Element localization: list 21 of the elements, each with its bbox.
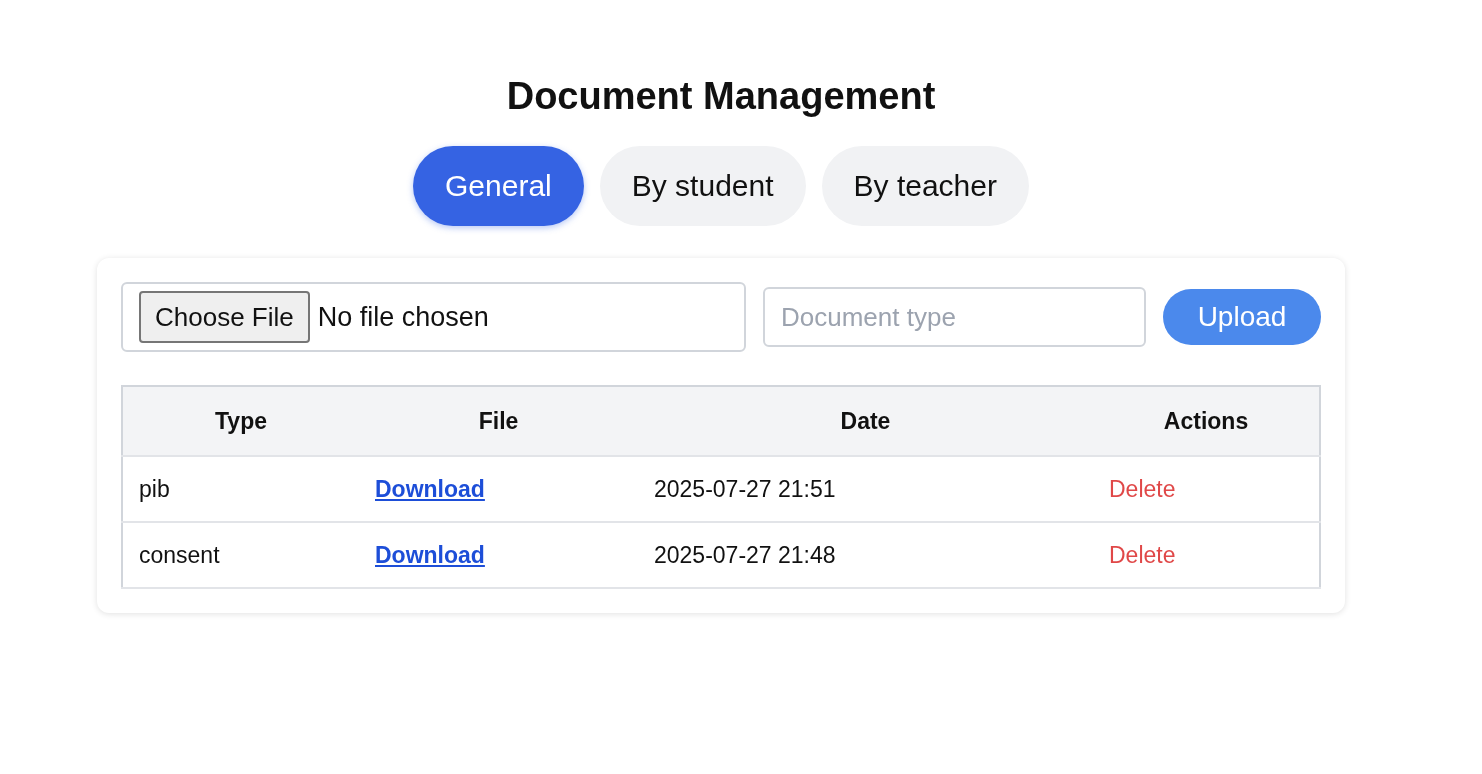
choose-file-button[interactable]: Choose File [139,291,310,343]
delete-button[interactable]: Delete [1109,475,1176,503]
table-cell: 2025-07-27 21:48 [638,522,1093,588]
download-link[interactable]: Download [375,541,485,568]
delete-button[interactable]: Delete [1109,541,1176,569]
column-header: File [359,386,638,456]
document-type-field[interactable]: Document type [763,287,1146,347]
column-header: Actions [1093,386,1320,456]
tab[interactable]: By teacher [821,146,1029,226]
file-status-text: No file chosen [317,301,489,333]
table-cell: 2025-07-27 21:51 [638,456,1093,522]
column-header: Type [122,386,359,456]
tab[interactable]: By student [599,146,806,226]
download-link[interactable]: Download [375,475,485,502]
tab[interactable]: General [413,146,584,226]
page-title: Document Management [506,74,936,118]
file-input-field[interactable]: Choose File No file chosen [121,282,746,352]
upload-button[interactable]: Upload [1163,289,1321,345]
table-cell: consent [122,522,359,588]
column-header: Date [638,386,1093,456]
table-cell: pib [122,456,359,522]
